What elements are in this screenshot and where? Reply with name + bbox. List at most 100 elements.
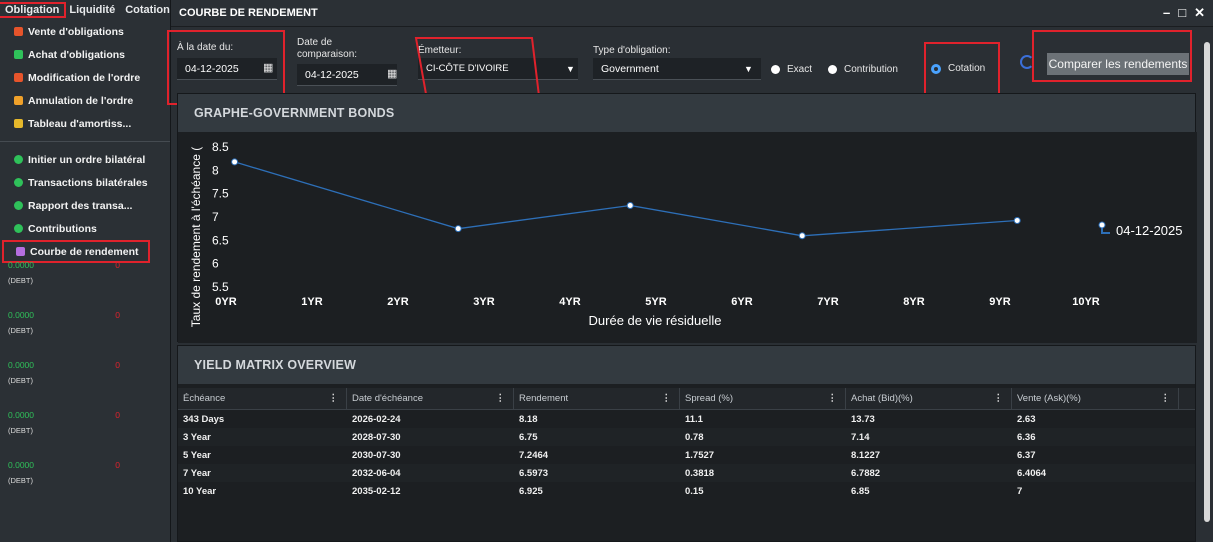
highlight-issuer [414, 37, 541, 98]
matrix-title: YIELD MATRIX OVERVIEW [178, 346, 1195, 384]
y-tick-label: 7.5 [212, 187, 229, 201]
sidebar-item-modification[interactable]: Modification de l'ordre [0, 66, 170, 89]
column-header[interactable]: Vente (Ask)(%) ⋮ [1012, 388, 1179, 409]
contributions-icon [14, 224, 23, 233]
table-cell: 8.1227 [851, 449, 881, 461]
strip-value: 0.0000 [8, 260, 34, 270]
strip-count: 0 [115, 310, 120, 320]
app-root: Obligation Liquidité Cotation Vente d'ob… [0, 0, 1213, 542]
x-tick-label: 3YR [473, 296, 494, 308]
table-cell: 6.5973 [519, 467, 549, 479]
market-strip: 0.0000 0 (DEBT) [0, 310, 170, 335]
sidebar-item-transactions[interactable]: Transactions bilatérales [0, 171, 170, 194]
x-tick-label: 4YR [559, 296, 580, 308]
strip-count: 0 [115, 260, 120, 270]
series-line [234, 161, 1018, 237]
column-menu-icon[interactable]: ⋮ [828, 393, 838, 404]
table-cell: 343 Days [183, 413, 225, 425]
chevron-down-icon[interactable]: ▼ [744, 64, 753, 74]
matrix-panel: YIELD MATRIX OVERVIEW Échéance ⋮ Date d'é… [177, 345, 1196, 542]
maximize-icon[interactable]: □ [1178, 5, 1186, 21]
matrix-body: 343 Days 2026-02-24 8.18 11.1 13.73 2.63 3 Yea… [178, 410, 1195, 500]
chart-panel: GRAPHE-GOVERNMENT BONDS 5.5 6 6.5 7 7.5 8 8.5 0… [177, 93, 1197, 343]
column-menu-icon[interactable]: ⋮ [329, 393, 339, 404]
radio-exact[interactable]: Exact [771, 64, 812, 75]
table-row[interactable]: 343 Days 2026-02-24 8.18 11.1 13.73 2.63 [178, 410, 1195, 428]
yield-chart: 5.5 6 6.5 7 7.5 8 8.5 0YR 1YR 2YR 3YR 4YR 5YR 6YR 7YR 8… [189, 140, 1183, 328]
radio-contribution[interactable]: Contribution [828, 64, 898, 75]
yield-curve-window: COURBE DE RENDEMENT – □ ✕ À la date du: … [167, 0, 1213, 542]
column-menu-icon[interactable]: ⋮ [662, 393, 672, 404]
window-scrollbar[interactable] [1203, 30, 1211, 538]
table-cell: 6.75 [519, 431, 538, 443]
sidebar: Vente d'obligations Achat d'obligations … [0, 20, 170, 542]
column-menu-icon[interactable]: ⋮ [496, 393, 506, 404]
minimize-icon[interactable]: – [1163, 5, 1170, 21]
market-strip: 0.0000 0 (DEBT) [0, 460, 170, 485]
column-header[interactable]: Date d'échéance ⋮ [347, 388, 514, 409]
radio-label: Exact [787, 64, 813, 75]
table-row[interactable]: 7 Year 2032-06-04 6.5973 0.3818 6.7882 6.4064 [178, 464, 1195, 482]
column-label: Rendement [519, 393, 569, 404]
sidebar-item-tableau[interactable]: Tableau d'amortiss... [0, 112, 170, 135]
sidebar-item-vente[interactable]: Vente d'obligations [0, 20, 170, 43]
table-cell: 2028-07-30 [352, 431, 401, 443]
strip-tag: (DEBT) [8, 476, 33, 485]
table-cell: 6.4064 [1017, 467, 1047, 479]
table-cell: 6.37 [1017, 449, 1036, 461]
bond-type-select[interactable]: Government [593, 58, 761, 80]
strip-value: 0.0000 [8, 360, 34, 370]
table-cell: 7.14 [851, 431, 870, 443]
window-titlebar: COURBE DE RENDEMENT – □ ✕ [171, 0, 1213, 27]
calendar-icon[interactable]: ▦ [387, 67, 397, 80]
column-header[interactable]: Achat (Bid)(%) ⋮ [846, 388, 1012, 409]
chevron-down-icon[interactable]: ▼ [566, 64, 575, 74]
sidebar-item-contributions[interactable]: Contributions [0, 217, 170, 240]
x-tick-label: 0YR [215, 296, 236, 308]
matrix-header: Échéance ⋮ Date d'échéance ⋮ Rendement ⋮ Sp… [178, 388, 1195, 410]
table-cell: 2035-02-12 [352, 485, 401, 497]
table-cell: 2032-06-04 [352, 467, 401, 479]
compare-date-input[interactable]: 04-12-2025 [297, 64, 397, 86]
y-tick-label: 7 [212, 210, 219, 224]
menubar: Obligation Liquidité Cotation [0, 0, 170, 20]
x-tick-label: 2YR [387, 296, 408, 308]
sidebar-item-rapport[interactable]: Rapport des transa... [0, 194, 170, 217]
column-label: Vente (Ask)(%) [1017, 393, 1081, 404]
column-label: Achat (Bid)(%) [851, 393, 913, 404]
menu-liquidite[interactable]: Liquidité [64, 4, 120, 16]
table-row[interactable]: 5 Year 2030-07-30 7.2464 1.7527 8.1227 6.37 [178, 446, 1195, 464]
strip-count: 0 [115, 410, 120, 420]
strip-tag: (DEBT) [8, 426, 33, 435]
chart-title: GRAPHE-GOVERNMENT BONDS [178, 94, 1195, 132]
column-label: Échéance [183, 393, 226, 404]
close-icon[interactable]: ✕ [1194, 5, 1205, 21]
legend-label: 04-12-2025 [1116, 223, 1183, 238]
menu-obligation[interactable]: Obligation [0, 2, 67, 18]
sidebar-item-label: Transactions bilatérales [28, 176, 148, 189]
scrollbar-thumb[interactable] [1204, 42, 1210, 522]
market-strip: 0.0000 0 (DEBT) [0, 360, 170, 385]
edit-order-icon [14, 73, 23, 82]
strip-value: 0.0000 [8, 460, 34, 470]
strip-value: 0.0000 [8, 310, 34, 320]
table-cell: 5 Year [183, 449, 211, 461]
table-cell: 1.7527 [685, 449, 715, 461]
menu-cotation[interactable]: Cotation [120, 4, 175, 16]
table-cell: 2.63 [1017, 413, 1036, 425]
sidebar-item-annulation[interactable]: Annulation de l'ordre [0, 89, 170, 112]
column-header[interactable]: Rendement ⋮ [514, 388, 680, 409]
column-menu-icon[interactable]: ⋮ [994, 393, 1004, 404]
column-header[interactable]: Spread (%) ⋮ [680, 388, 846, 409]
table-row[interactable]: 3 Year 2028-07-30 6.75 0.78 7.14 6.36 [178, 428, 1195, 446]
yield-curve-icon [16, 247, 25, 256]
strip-count: 0 [115, 460, 120, 470]
legend-marker [1098, 221, 1106, 229]
strip-tag: (DEBT) [8, 276, 33, 285]
table-cell: 8.18 [519, 413, 538, 425]
column-header[interactable]: Échéance ⋮ [178, 388, 347, 409]
column-menu-icon[interactable]: ⋮ [1161, 393, 1171, 404]
sidebar-item-initier[interactable]: Initier un ordre bilatéral [0, 148, 170, 171]
table-row[interactable]: 10 Year 2035-02-12 6.925 0.15 6.85 7 [178, 482, 1195, 500]
sidebar-item-achat[interactable]: Achat d'obligations [0, 43, 170, 66]
